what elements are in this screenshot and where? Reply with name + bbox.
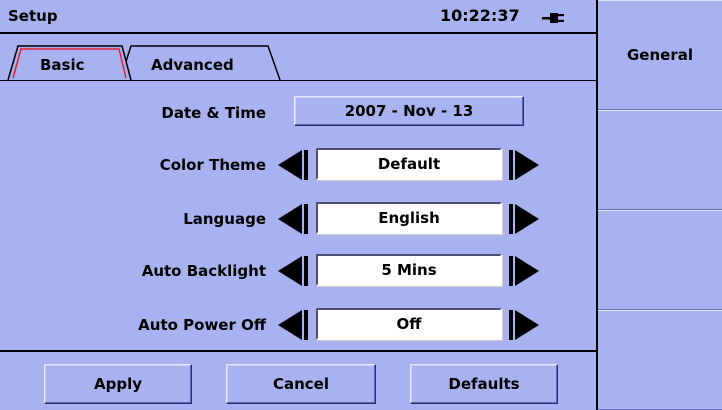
bottom-divider — [0, 350, 596, 352]
auto-power-off-value[interactable]: Off — [316, 308, 502, 340]
tab-advanced[interactable]: Advanced — [151, 56, 234, 74]
auto-backlight-row: Auto Backlight 5 Mins — [0, 252, 596, 292]
tab-outlines — [7, 45, 281, 81]
arrow-left-icon[interactable] — [276, 306, 312, 344]
arrow-left-icon[interactable] — [276, 146, 312, 184]
color-theme-label: Color Theme — [159, 156, 266, 174]
clock-display: 10:22:37 — [440, 6, 520, 25]
tab-strip: Basic Advanced — [0, 34, 596, 82]
arrow-right-icon[interactable] — [505, 306, 541, 344]
softkey-panel: General — [596, 0, 722, 410]
apply-button[interactable]: Apply — [44, 364, 192, 404]
color-theme-value[interactable]: Default — [316, 148, 502, 180]
arrow-right-icon[interactable] — [505, 252, 541, 290]
defaults-button[interactable]: Defaults — [410, 364, 558, 404]
language-value[interactable]: English — [316, 202, 502, 234]
color-theme-row: Color Theme Default — [0, 146, 596, 186]
tab-baseline — [0, 80, 596, 81]
arrow-right-icon[interactable] — [505, 200, 541, 238]
date-time-row: Date & Time 2007 - Nov - 13 — [0, 94, 596, 134]
tab-basic[interactable]: Basic — [40, 56, 85, 74]
softkey-2[interactable] — [598, 110, 722, 210]
arrow-right-icon[interactable] — [505, 146, 541, 184]
auto-backlight-label: Auto Backlight — [141, 262, 266, 280]
arrow-left-icon[interactable] — [276, 252, 312, 290]
date-time-label: Date & Time — [161, 104, 266, 122]
language-row: Language English — [0, 200, 596, 240]
auto-power-off-row: Auto Power Off Off — [0, 306, 596, 346]
date-time-button[interactable]: 2007 - Nov - 13 — [294, 96, 524, 126]
cancel-button[interactable]: Cancel — [226, 364, 376, 404]
arrow-left-icon[interactable] — [276, 200, 312, 238]
softkey-general[interactable]: General — [598, 0, 722, 110]
auto-backlight-value[interactable]: 5 Mins — [316, 254, 502, 286]
softkey-4[interactable] — [598, 310, 722, 410]
window-title: Setup — [8, 7, 58, 25]
title-bar: Setup 10:22:37 — [0, 0, 596, 34]
language-label: Language — [183, 210, 266, 228]
softkey-3[interactable] — [598, 210, 722, 310]
plug-icon — [542, 13, 564, 23]
auto-power-off-label: Auto Power Off — [138, 316, 266, 334]
